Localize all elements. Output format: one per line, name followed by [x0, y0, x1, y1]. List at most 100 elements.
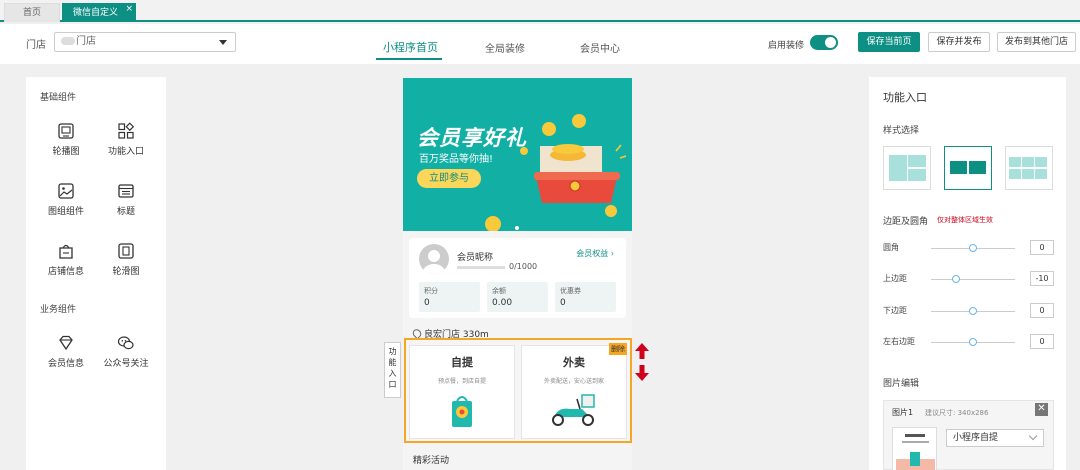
comp-official-account[interactable]: 公众号关注 — [96, 334, 156, 369]
comp-function-entry[interactable]: 功能入口 — [96, 122, 156, 157]
slider-side-margin: 左右边距 0 — [883, 334, 1055, 350]
header-bar: 门店 门店 小程序首页 全局装修 会员中心 启用装修 保存当前页 保存并发布 发… — [0, 24, 1080, 64]
nav-active-underline — [376, 58, 442, 60]
style-option-1[interactable] — [883, 146, 931, 190]
stat-coupons-label: 优惠券 — [560, 287, 581, 295]
save-current-button[interactable]: 保存当前页 — [858, 32, 920, 52]
store-select[interactable]: 门店 — [54, 32, 236, 52]
member-nickname: 会员昵称 — [457, 253, 494, 263]
delete-button[interactable]: 删除 — [609, 343, 627, 355]
thumbnail-preview — [893, 428, 936, 470]
member-progress-bar — [457, 266, 505, 269]
business-components-title: 业务组件 — [40, 305, 77, 315]
slider-side-margin-knob[interactable] — [969, 338, 977, 346]
wechat-icon — [117, 336, 134, 350]
function-entry-selected[interactable]: 自提 预点餐，到店自提 外卖 外卖配送，安心送到家 — [404, 338, 632, 443]
comp-image-group[interactable]: 图组组件 — [36, 182, 96, 217]
enable-decoration-toggle[interactable] — [810, 35, 838, 50]
tab-custom-page[interactable]: 微信自定义页面 × — [62, 0, 136, 37]
property-panel-title: 功能入口 — [883, 91, 927, 104]
comp-carousel[interactable]: 轮播图 — [36, 122, 96, 157]
slider-top-margin-knob[interactable] — [952, 275, 961, 283]
style-select-label: 样式选择 — [883, 126, 920, 136]
feature-pickup[interactable]: 自提 预点餐，到店自提 — [409, 345, 515, 439]
feature-pickup-title: 自提 — [451, 356, 473, 369]
image-icon — [58, 183, 74, 199]
side-label-char: 功 — [388, 347, 397, 356]
margin-radius-label: 边距及圆角 — [883, 217, 929, 227]
slider-side-margin-label: 左右边距 — [883, 337, 915, 346]
slider-bottom-margin-label: 下边距 — [883, 306, 907, 315]
close-icon[interactable]: ✕ — [1035, 403, 1048, 416]
stat-coupons[interactable]: 优惠券 0 — [555, 282, 616, 312]
save-publish-button[interactable]: 保存并发布 — [928, 32, 990, 52]
component-panel: 基础组件 轮播图 功能入口 图组组件 标题 店铺信息 轮滑图 业务组件 会员信息… — [26, 77, 166, 470]
member-card: 会员昵称 0/1000 会员权益 › 积分 0 余额 0.00 优惠券 0 — [409, 238, 626, 318]
stat-points-label: 积分 — [424, 287, 438, 295]
slider-top-margin-track[interactable] — [931, 279, 1015, 280]
side-margin-input[interactable]: 0 — [1030, 334, 1054, 349]
stat-coupons-value: 0 — [560, 298, 566, 308]
stat-balance[interactable]: 余额 0.00 — [487, 282, 548, 312]
caret-down-icon — [219, 40, 227, 45]
banner-subtitle: 百万奖品等你抽! — [419, 154, 494, 165]
chevron-right-icon: › — [610, 249, 614, 258]
tab-home[interactable]: 首页 — [4, 3, 60, 22]
feature-delivery-subtitle: 外卖配送，安心送到家 — [543, 378, 604, 385]
move-arrows-icon[interactable] — [634, 342, 650, 382]
stat-points[interactable]: 积分 0 — [419, 282, 480, 312]
style-option-2[interactable] — [944, 146, 992, 190]
carousel-icon — [58, 123, 74, 139]
tab-strip: 首页 微信自定义页面 × — [0, 0, 1080, 37]
comp-slide-image[interactable]: 轮滑图 — [96, 242, 156, 277]
slider-bottom-margin-knob[interactable] — [969, 307, 977, 315]
publish-other-stores-button[interactable]: 发布到其他门店 — [997, 32, 1076, 52]
layout-two-column-icon — [950, 161, 986, 174]
store-select-value: 门店 — [76, 36, 96, 47]
feature-delivery[interactable]: 外卖 外卖配送，安心送到家 — [521, 345, 627, 439]
banner-title: 会员享好礼 — [417, 126, 527, 150]
member-rights-label: 会员权益 — [576, 249, 609, 258]
image-link-select[interactable]: 小程序自提 — [946, 429, 1044, 447]
banner[interactable]: 会员享好礼 百万奖品等你抽! 立即参与 — [403, 78, 632, 231]
comp-official-account-label: 公众号关注 — [103, 359, 149, 369]
comp-store-info-label: 店铺信息 — [47, 267, 84, 277]
comp-title[interactable]: 标题 — [96, 182, 156, 217]
avatar — [419, 244, 449, 274]
title-icon — [118, 184, 134, 198]
comp-function-entry-label: 功能入口 — [107, 147, 144, 157]
radius-input[interactable]: 0 — [1030, 240, 1054, 255]
side-label-char: 入 — [388, 369, 397, 378]
image-link-select-value: 小程序自提 — [953, 433, 999, 443]
comp-store-info[interactable]: 店铺信息 — [36, 242, 96, 277]
slider-top-margin: 上边距 -10 — [883, 271, 1055, 287]
image-edit-label: 图片编辑 — [883, 379, 920, 389]
blurred-text — [61, 37, 75, 45]
store-label: 门店 — [26, 40, 46, 51]
tab-mini-program-home[interactable]: 小程序首页 — [383, 39, 438, 55]
image-thumbnail[interactable] — [892, 427, 937, 470]
feature-pickup-subtitle: 预点餐，到店自提 — [437, 378, 486, 385]
slider-radius-knob[interactable] — [969, 244, 977, 252]
tab-member-center[interactable]: 会员中心 — [580, 40, 620, 55]
member-rights-link[interactable]: 会员权益 › — [576, 248, 614, 259]
tab-close-icon[interactable]: × — [125, 0, 133, 19]
style-option-3[interactable] — [1005, 146, 1053, 190]
image-edit-card: 图片1 建议尺寸: 340x286 ✕ 小程序自提 — [883, 400, 1054, 470]
comp-member-info[interactable]: 会员信息 — [36, 334, 96, 369]
store-icon — [59, 244, 73, 259]
tab-global-decoration[interactable]: 全局装修 — [485, 40, 525, 55]
banner-join-button[interactable]: 立即参与 — [417, 169, 481, 188]
chevron-down-icon — [1028, 431, 1038, 441]
image-name: 图片1 — [892, 408, 914, 417]
bottom-margin-input[interactable]: 0 — [1030, 303, 1054, 318]
slider-bottom-margin: 下边距 0 — [883, 303, 1055, 319]
stat-balance-value: 0.00 — [492, 298, 513, 308]
comp-slide-image-label: 轮滑图 — [112, 267, 140, 277]
top-margin-input[interactable]: -10 — [1030, 271, 1054, 286]
carousel-dot[interactable] — [515, 226, 519, 230]
enable-decoration-label: 启用装修 — [768, 41, 805, 51]
toggle-knob — [825, 37, 836, 48]
layout-three-column-icon — [1009, 157, 1047, 179]
stat-balance-label: 余额 — [492, 287, 506, 295]
